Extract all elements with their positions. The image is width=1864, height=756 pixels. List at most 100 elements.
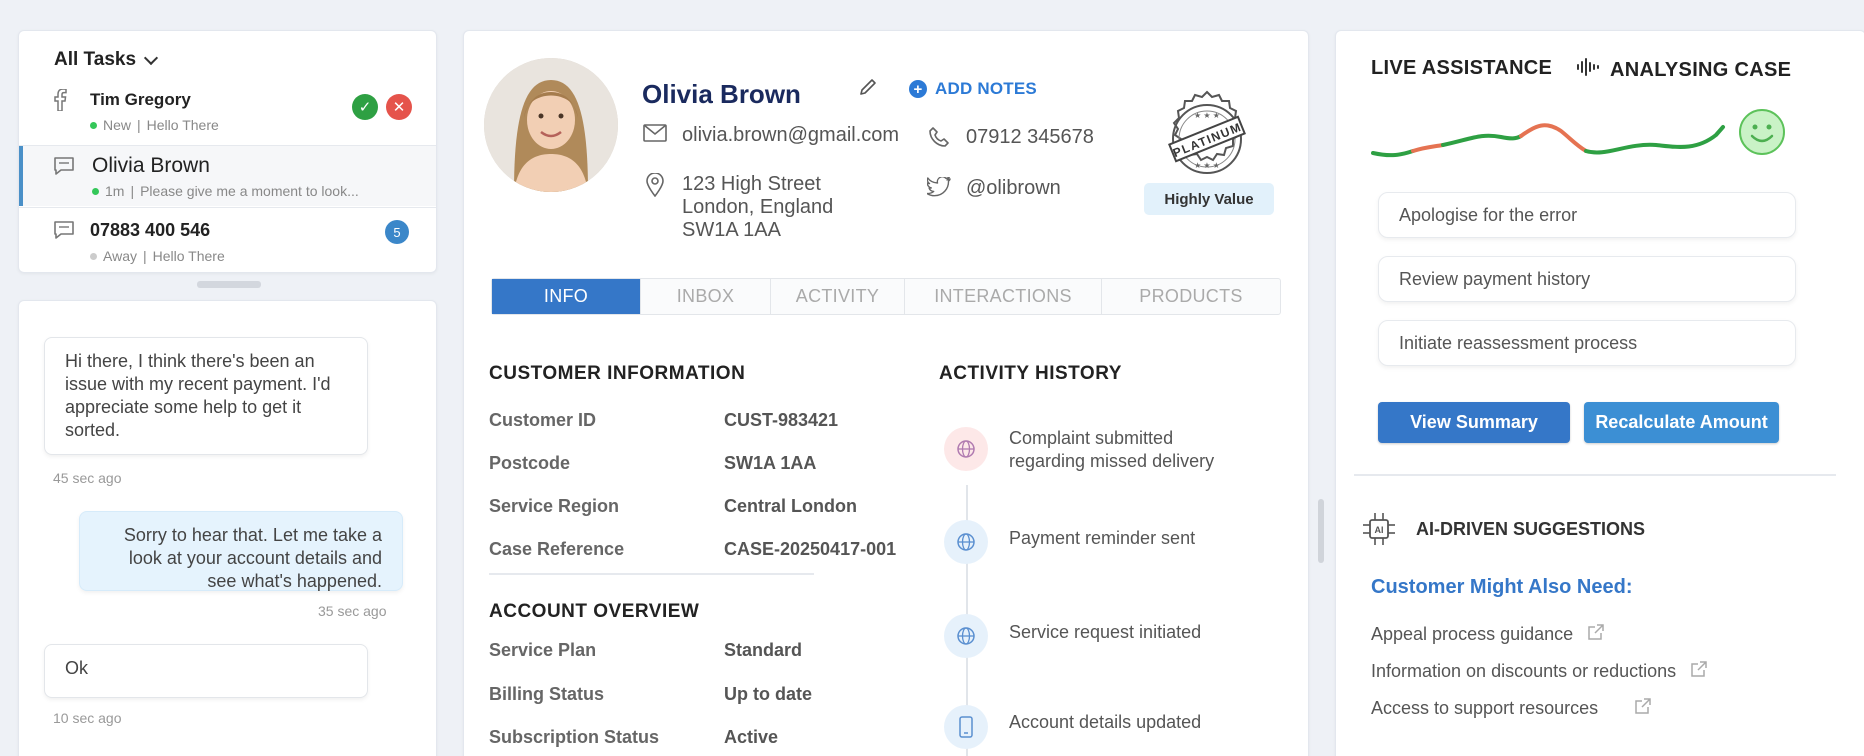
- resize-handle[interactable]: [197, 281, 261, 288]
- phone-icon: [926, 126, 952, 154]
- chat-message-outgoing: Sorry to hear that. Let me take a look a…: [79, 511, 403, 591]
- scrollbar[interactable]: [1318, 499, 1324, 563]
- chat-icon: [53, 156, 75, 181]
- might-need-title: Customer Might Also Need:: [1371, 576, 1633, 598]
- field-value: Up to date: [724, 684, 812, 704]
- task-item-phone[interactable]: 07883 400 546 Away | Hello There 5: [19, 208, 436, 272]
- suggestion-link-text: Information on discounts or reductions: [1371, 661, 1677, 681]
- reject-button[interactable]: ✕: [386, 94, 412, 120]
- view-summary-button[interactable]: View Summary: [1378, 402, 1570, 443]
- tab-products[interactable]: PRODUCTS: [1102, 279, 1280, 314]
- status-dot: [90, 252, 97, 260]
- tab-inbox[interactable]: INBOX: [641, 279, 771, 314]
- customer-name: Olivia Brown: [642, 79, 801, 109]
- svg-text:★ ★ ★: ★ ★ ★: [1194, 111, 1220, 120]
- external-link-icon: [1634, 697, 1652, 720]
- activity-history-title: ACTIVITY HISTORY: [939, 363, 1122, 384]
- suggestion-chip[interactable]: Initiate reassessment process: [1378, 320, 1796, 366]
- task-item-tim-gregory[interactable]: Tim Gregory New | Hello There ✓ ✕: [19, 83, 436, 139]
- suggestion-chip[interactable]: Apologise for the error: [1378, 192, 1796, 238]
- suggestion-chip[interactable]: Review payment history: [1378, 256, 1796, 302]
- tab-interactions[interactable]: INTERACTIONS: [905, 279, 1102, 314]
- add-notes-label: ADD NOTES: [935, 79, 1037, 98]
- platinum-stamp: PLATINUM ★ ★ ★ ★ ★ ★: [1156, 88, 1258, 190]
- phone-value: 07912 345678: [966, 126, 1094, 148]
- smiley-icon: [1738, 108, 1786, 156]
- add-notes-button[interactable]: + ADD NOTES: [909, 79, 1037, 99]
- field-value: SW1A 1AA: [724, 453, 817, 473]
- tab-info[interactable]: INFO: [492, 279, 641, 314]
- recalculate-amount-button[interactable]: Recalculate Amount: [1584, 402, 1779, 443]
- customer-twitter[interactable]: @olibrown: [926, 176, 1061, 203]
- status-dot: [90, 121, 97, 129]
- field-value: Central London: [724, 496, 857, 516]
- pencil-icon: [858, 79, 878, 102]
- twitter-handle: @olibrown: [966, 177, 1061, 199]
- task-item-olivia-brown[interactable]: Olivia Brown 1m | Please give me a momen…: [19, 146, 436, 206]
- task-name: Tim Gregory: [90, 90, 191, 109]
- facebook-icon: [53, 88, 67, 116]
- accept-button[interactable]: ✓: [352, 94, 378, 120]
- field-label: Case Reference: [489, 539, 625, 559]
- suggestion-link[interactable]: Appeal process guidance: [1371, 623, 1605, 646]
- task-status: Away: [103, 248, 137, 264]
- globe-icon: [944, 520, 988, 564]
- svg-text:★ ★ ★: ★ ★ ★: [1194, 161, 1220, 170]
- tasks-filter-label: All Tasks: [54, 49, 137, 70]
- field-value: CASE-20250417-001: [724, 539, 897, 559]
- chevron-down-icon: [143, 50, 159, 66]
- globe-icon: [944, 614, 988, 658]
- email-value: olivia.brown@gmail.com: [682, 124, 900, 146]
- field-value: Active: [724, 727, 779, 747]
- customer-information-title: CUSTOMER INFORMATION: [489, 363, 746, 384]
- divider: [1354, 474, 1836, 476]
- suggestion-link[interactable]: Access to support resources: [1371, 697, 1652, 720]
- task-preview: Away | Hello There: [90, 248, 225, 264]
- field-label: Postcode: [489, 453, 571, 473]
- soundwave-icon: [1576, 57, 1600, 83]
- ai-suggestions-title: AI-DRIVEN SUGGESTIONS: [1416, 519, 1646, 539]
- field-value: CUST-983421: [724, 410, 839, 430]
- field-label: Billing Status: [489, 684, 605, 704]
- field-label: Customer ID: [489, 410, 597, 430]
- task-name: Olivia Brown: [92, 154, 210, 177]
- suggestion-link[interactable]: Information on discounts or reductions: [1371, 660, 1708, 683]
- message-timestamp: 45 sec ago: [53, 470, 122, 486]
- phone-icon: [944, 705, 988, 749]
- task-name: 07883 400 546: [90, 220, 211, 240]
- edit-button[interactable]: [858, 77, 878, 103]
- field-label: Service Region: [489, 496, 620, 516]
- customer-phone[interactable]: 07912 345678: [926, 126, 1094, 154]
- envelope-icon: [642, 124, 668, 148]
- task-preview-text: Please give me a moment to look...: [140, 183, 359, 199]
- activity-text: Service request initiated: [1009, 622, 1202, 642]
- suggestion-link-text: Access to support resources: [1371, 698, 1599, 718]
- field-label: Subscription Status: [489, 727, 660, 747]
- analysing-case-status: ANALYSING CASE: [1576, 57, 1791, 83]
- unread-count-badge: 5: [385, 220, 409, 244]
- field-value: Standard: [724, 640, 803, 660]
- address-line-1: 123 High Street: [682, 173, 821, 195]
- activity-text: regarding missed delivery: [1009, 451, 1215, 471]
- address-line-2: London, England: [682, 196, 834, 218]
- external-link-icon: [1690, 660, 1708, 683]
- customer-address: 123 High Street London, England SW1A 1AA: [642, 172, 834, 242]
- external-link-icon: [1587, 623, 1605, 646]
- divider: [489, 573, 814, 575]
- tasks-filter-dropdown[interactable]: All Tasks: [54, 49, 159, 71]
- customer-email[interactable]: olivia.brown@gmail.com: [642, 124, 899, 148]
- message-timestamp: 10 sec ago: [53, 710, 122, 726]
- activity-item: Complaint submitted regarding missed del…: [1009, 427, 1214, 473]
- svg-text:AI: AI: [1375, 525, 1384, 535]
- task-preview-text: Hello There: [152, 248, 225, 264]
- tab-activity[interactable]: ACTIVITY: [771, 279, 905, 314]
- twitter-icon: [926, 176, 952, 203]
- task-status: New: [103, 117, 132, 133]
- chat-icon: [53, 220, 75, 245]
- chat-message-incoming: Hi there, I think there's been an issue …: [44, 337, 368, 455]
- sentiment-wave: [1371, 123, 1725, 158]
- message-timestamp: 35 sec ago: [318, 603, 387, 619]
- chat-panel: Hi there, I think there's been an issue …: [18, 300, 437, 756]
- globe-icon: [944, 427, 988, 471]
- profile-tabs: INFO INBOX ACTIVITY INTERACTIONS PRODUCT…: [491, 278, 1281, 315]
